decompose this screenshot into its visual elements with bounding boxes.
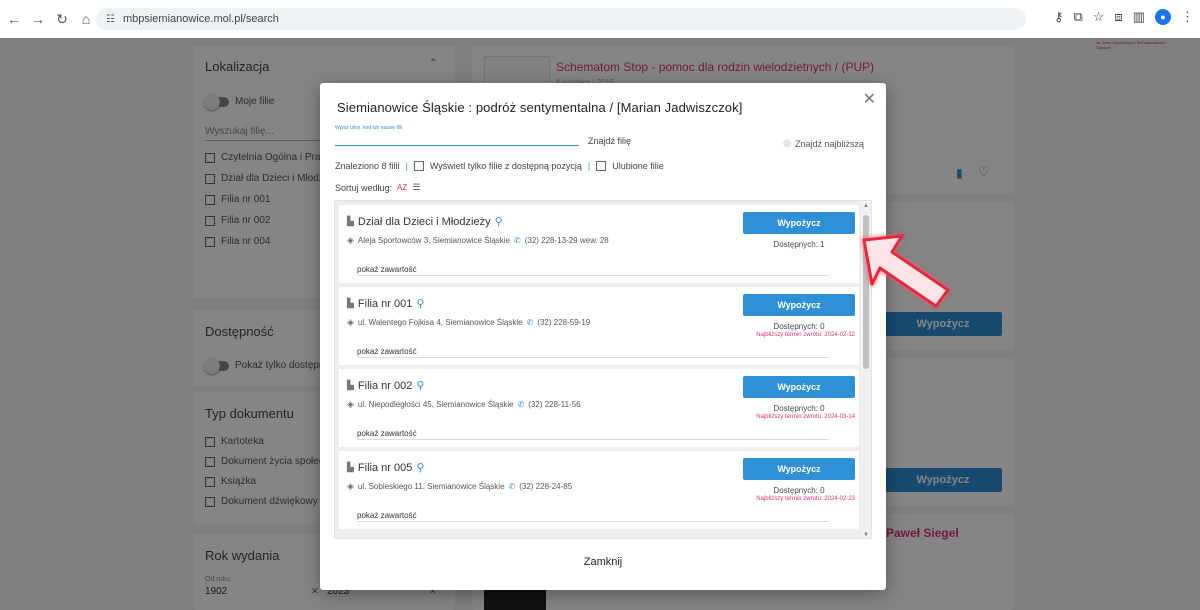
found-count: Znaleziono 8 filii [335, 161, 400, 171]
scroll-down-icon[interactable]: ▼ [861, 530, 871, 538]
sort-az-button[interactable]: AZ [397, 183, 407, 192]
sort-row: Sortuj według: AZ ☰ [335, 182, 420, 193]
branch-item: ▙ Filia nr 002 ⚲ ◈ ul. Niepodległości 45, S… [339, 369, 859, 447]
phone-icon: ✆ [517, 400, 525, 409]
bookmark-star-icon[interactable]: ☆ [1093, 9, 1105, 25]
side-panel-icon[interactable]: ▥ [1133, 9, 1145, 25]
branch-item: ▙ Filia nr 001 ⚲ ◈ ul. Walentego Fojkisa 4,… [339, 287, 859, 365]
find-branch-button[interactable]: Znajdź filię [588, 136, 631, 146]
home-icon[interactable]: ⌂ [76, 9, 96, 29]
branch-item: ▙ Dział dla Dzieci i Młodzieży ⚲ ◈ Aleja Sp… [339, 205, 859, 283]
dialog-title: Siemianowice Śląskie : podróż sentymenta… [337, 100, 743, 115]
install-app-icon[interactable]: ⧉ [1073, 9, 1082, 25]
borrow-button[interactable]: Wypożycz [743, 458, 855, 480]
branch-availability-dialog: Siemianowice Śląskie : podróż sentymenta… [320, 83, 886, 590]
branch-address: ul. Niepodległości 45, Siemianowice Śląs… [357, 400, 514, 409]
find-nearest-button[interactable]: ◎ Znajdź najbliższą [783, 138, 864, 149]
divider [357, 275, 829, 276]
borrow-button[interactable]: Wypożycz [743, 212, 855, 234]
separator: | [587, 161, 591, 171]
return-date: Najbliższy termin zwrotu: 2024-02-23 [756, 496, 855, 502]
back-icon[interactable]: ← [4, 9, 24, 29]
branch-name: Filia nr 001 [357, 297, 413, 310]
scroll-up-icon[interactable]: ▲ [861, 201, 871, 211]
available-count: Dostępnych: 0 [773, 322, 825, 331]
borrow-button[interactable]: Wypożycz [743, 376, 855, 398]
return-date: Najbliższy termin zwrotu: 2024-03-14 [756, 414, 855, 420]
find-nearest-label: Znajdź najbliższą [794, 138, 864, 149]
annotation-arrow-icon [862, 234, 950, 308]
directions-icon[interactable]: ◈ [347, 481, 354, 492]
address-bar[interactable]: ☷ mbpsiemianowice.mol.pl/search [96, 8, 1026, 30]
divider [357, 521, 829, 522]
url-text: mbpsiemianowice.mol.pl/search [122, 13, 279, 25]
browser-menu-icon[interactable]: ⋮ [1181, 9, 1194, 25]
branch-list[interactable]: ▙ Dział dla Dzieci i Młodzieży ⚲ ◈ Aleja Sp… [334, 200, 872, 539]
branch-item: ▙ Filia nr 005 ⚲ ◈ ul. Sobieskiego 11, Siem… [339, 451, 859, 529]
phone-icon: ✆ [526, 318, 534, 327]
branch-phone[interactable]: (32) 228-13-29 wew. 28 [525, 236, 609, 245]
close-icon[interactable]: ✕ [863, 89, 876, 109]
available-count: Dostępnych: 1 [773, 240, 825, 249]
branch-phone[interactable]: (32) 228-24-85 [519, 482, 572, 491]
location-target-icon: ◎ [783, 138, 791, 148]
show-contents-link[interactable]: pokaż zawartość [357, 511, 417, 520]
branch-name: Filia nr 005 [357, 461, 413, 474]
browser-toolbar: ← → ↻ ⌂ ☷ mbpsiemianowice.mol.pl/search … [0, 0, 1200, 38]
branch-name: Filia nr 002 [357, 379, 413, 392]
borrow-button[interactable]: Wypożycz [743, 294, 855, 316]
only-available-label: Wyświetl tylko filie z dostępną pozycją [429, 161, 582, 171]
extensions-icon[interactable]: ⧈ [1114, 9, 1122, 25]
branch-search-input[interactable] [335, 145, 579, 146]
site-settings-icon[interactable]: ☷ [106, 14, 115, 25]
available-count: Dostępnych: 0 [773, 486, 825, 495]
show-contents-link[interactable]: pokaż zawartość [357, 429, 417, 438]
directions-icon[interactable]: ◈ [347, 317, 354, 328]
map-pin-icon[interactable]: ⚲ [416, 297, 424, 310]
phone-icon: ✆ [508, 482, 516, 491]
close-dialog-button[interactable]: Zamknij [563, 552, 643, 572]
forward-icon[interactable]: → [28, 9, 48, 29]
map-pin-icon[interactable]: ⚲ [416, 461, 424, 474]
profile-avatar-icon[interactable]: ● [1155, 9, 1171, 25]
branch-address: ul. Sobieskiego 11, Siemianowice Śląskie [357, 482, 505, 491]
return-date: Najbliższy termin zwrotu: 2024-02-12 [756, 332, 855, 338]
branch-address: ul. Walentego Fojkisa 4, Siemianowice Śl… [357, 318, 523, 327]
separator: | [405, 161, 408, 171]
favorites-checkbox[interactable] [596, 161, 607, 171]
show-contents-link[interactable]: pokaż zawartość [357, 265, 417, 274]
phone-icon: ✆ [514, 236, 521, 245]
building-icon: ▙ [347, 380, 354, 390]
map-pin-icon[interactable]: ⚲ [495, 215, 503, 228]
only-available-checkbox[interactable] [413, 161, 424, 171]
divider [357, 357, 829, 358]
sort-order-icon[interactable]: ☰ [412, 182, 420, 193]
branch-name: Dział dla Dzieci i Młodzieży [357, 215, 491, 228]
branch-phone[interactable]: (32) 228-11-56 [528, 400, 580, 409]
directions-icon[interactable]: ◈ [347, 399, 354, 410]
divider [357, 439, 829, 440]
branch-search-label: Wpisz ulicę, kod lub nazwę filii [335, 125, 403, 131]
sort-label: Sortuj według: [335, 182, 393, 193]
branch-phone[interactable]: (32) 228-59-19 [537, 318, 590, 327]
password-key-icon[interactable]: ⚷ [1054, 9, 1064, 25]
favorites-label: Ulubione filie [612, 161, 664, 171]
building-icon: ▙ [347, 462, 354, 472]
directions-icon[interactable]: ◈ [347, 235, 354, 246]
available-count: Dostępnych: 0 [773, 404, 825, 413]
show-contents-link[interactable]: pokaż zawartość [357, 347, 417, 356]
reload-icon[interactable]: ↻ [52, 9, 72, 29]
building-icon: ▙ [347, 216, 354, 226]
branch-address: Aleja Sportowców 3, Siemianowice Śląskie [357, 236, 510, 245]
building-icon: ▙ [347, 298, 354, 308]
filter-options-row: Znaleziono 8 filii | Wyświetl tylko fili… [335, 161, 664, 171]
map-pin-icon[interactable]: ⚲ [416, 379, 424, 392]
